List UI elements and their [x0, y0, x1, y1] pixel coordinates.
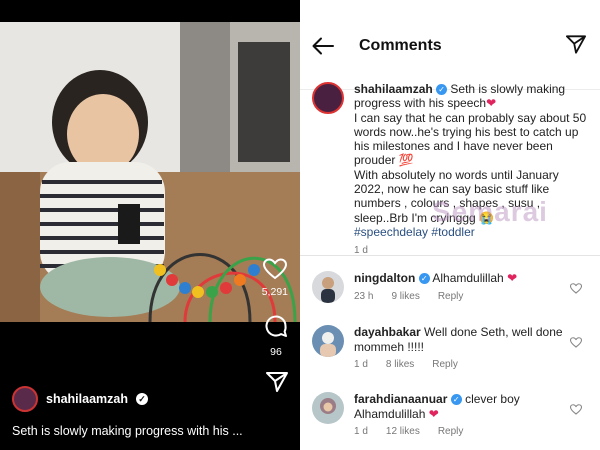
send-icon[interactable] [566, 35, 586, 54]
share-icon[interactable] [266, 372, 288, 392]
comment-icon[interactable] [264, 314, 288, 338]
avatar[interactable] [312, 325, 344, 357]
comments-header: Comments [300, 0, 600, 90]
avatar[interactable] [312, 271, 344, 303]
divider [300, 255, 600, 256]
post-caption: shahilaamzah ✓ Seth is slowly making pro… [300, 82, 600, 256]
comment-likes[interactable]: 9 likes [391, 291, 419, 302]
comment-meta: 1 d 8 likes Reply [354, 359, 572, 370]
reply-button[interactable]: Reply [438, 291, 464, 302]
heart-icon[interactable] [262, 258, 287, 280]
comment-likes[interactable]: 12 likes [386, 426, 420, 437]
comment-item: dayahbakar Well done Seth, well done mom… [300, 325, 600, 370]
reel-viewer: 5,291 96 shahilaamzah ✓ Seth is slowly m… [0, 0, 300, 450]
reply-button[interactable]: Reply [438, 426, 464, 437]
avatar[interactable] [312, 392, 344, 424]
likes-count: 5,291 [261, 286, 288, 298]
comments-count: 96 [270, 346, 282, 358]
caption-username[interactable]: shahilaamzah [354, 82, 433, 96]
reply-button[interactable]: Reply [432, 359, 458, 370]
share-action[interactable] [266, 372, 288, 392]
comment-meta: 1 d 12 likes Reply [354, 426, 572, 437]
comment-username[interactable]: dayahbakar [354, 325, 421, 339]
verified-badge-icon: ✓ [436, 84, 448, 96]
verified-badge-icon: ✓ [450, 394, 462, 406]
comments-screen: Comments shahilaamzah ✓ Seth is slowly m… [300, 0, 600, 450]
red-heart-emoji: ❤ [486, 96, 497, 111]
caption-line-2: I can say that he can probably say about… [354, 110, 587, 168]
comment-time: 1 d [354, 426, 368, 437]
comment-time: 1 d [354, 359, 368, 370]
hundred-emoji: 💯 [398, 153, 414, 168]
like-action[interactable]: 5,291 [262, 258, 288, 298]
comment-likes[interactable]: 8 likes [386, 359, 414, 370]
comment-username[interactable]: ningdalton [354, 271, 415, 285]
author-avatar[interactable] [312, 82, 344, 114]
red-heart-emoji: ❤ [507, 271, 518, 285]
video-frame-illustration [0, 22, 300, 322]
verified-badge-icon: ✓ [135, 393, 148, 405]
heart-icon[interactable] [570, 404, 582, 415]
comment-body: ningdalton ✓ Alhamdulillah ❤ [354, 271, 572, 286]
heart-icon[interactable] [570, 283, 582, 294]
comment-time: 23 h [354, 290, 374, 302]
comment-action[interactable]: 96 [264, 314, 288, 358]
screenshot-composite: 5,291 96 shahilaamzah ✓ Seth is slowly m… [0, 0, 600, 450]
back-arrow-icon[interactable] [312, 37, 334, 55]
reel-username[interactable]: shahilaamzah [46, 392, 128, 406]
comment-body: farahdianaanuar ✓ clever boy Alhamdulill… [354, 392, 572, 421]
red-heart-emoji: ❤ [428, 406, 439, 421]
heart-icon[interactable] [570, 337, 582, 348]
reel-author[interactable]: shahilaamzah ✓ [12, 386, 148, 412]
verified-badge-icon: ✓ [418, 273, 430, 285]
comment-item: farahdianaanuar ✓ clever boy Alhamdulill… [300, 392, 600, 437]
reel-caption[interactable]: Seth is slowly making progress with his … [12, 424, 243, 438]
page-title: Comments [359, 37, 442, 54]
comment-meta: 23 h 9 likes Reply [354, 291, 572, 302]
comment-username[interactable]: farahdianaanuar [354, 392, 447, 406]
comment-body: dayahbakar Well done Seth, well done mom… [354, 325, 572, 354]
reel-video[interactable] [0, 22, 300, 322]
comment-item: ningdalton ✓ Alhamdulillah ❤ 23 h 9 like… [300, 271, 600, 303]
watermark: Semarai [432, 196, 548, 227]
avatar[interactable] [12, 386, 38, 412]
comment-text: Alhamdulillah [432, 271, 504, 285]
